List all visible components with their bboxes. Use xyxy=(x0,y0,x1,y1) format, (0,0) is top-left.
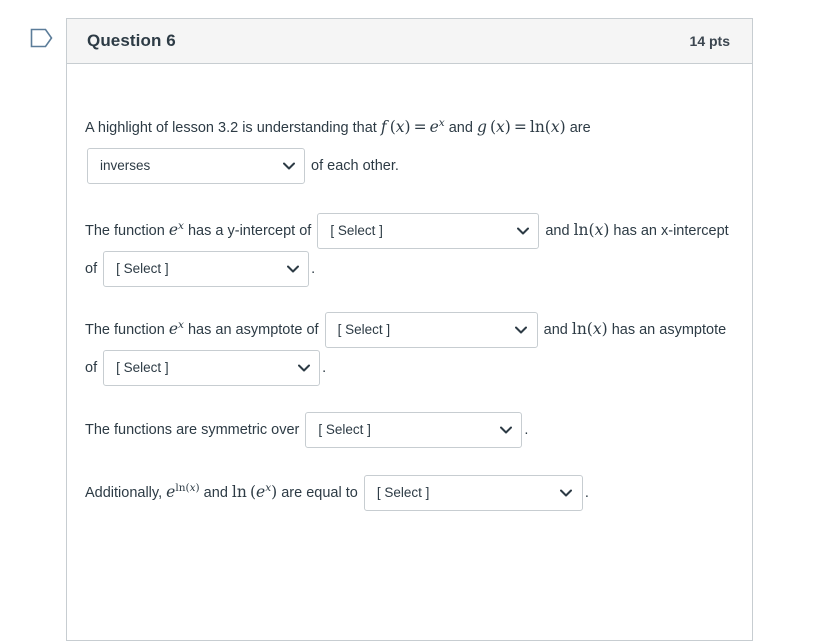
asymptote-block: The function ex has an asymptote of [ Se… xyxy=(85,310,732,387)
math-e-to-ln-x: eln(x) xyxy=(166,481,200,501)
text-has-asymptote-1: has an asymptote of xyxy=(183,322,323,338)
select-asymptote-exp[interactable]: [ Select ] xyxy=(324,312,538,349)
text-and-5: and xyxy=(199,485,232,501)
select-x-intercept-value: [ Select ] xyxy=(116,261,169,277)
question-points-badge: 14 pts xyxy=(689,33,730,49)
chevron-down-icon xyxy=(499,413,512,447)
chevron-down-icon xyxy=(297,351,310,385)
select-asymptote-exp-value: [ Select ] xyxy=(337,322,391,338)
math-e-to-x-2: ex xyxy=(168,318,184,338)
chevron-down-icon xyxy=(516,214,529,248)
text-are: are xyxy=(565,120,595,136)
question-header: Question 6 14 pts xyxy=(67,19,752,64)
question-flag-button[interactable] xyxy=(30,27,58,55)
symmetry-block: The functions are symmetric over [ Selec… xyxy=(85,411,732,449)
select-y-intercept[interactable]: [ Select ] xyxy=(317,213,540,250)
text-of-each-other: of each other. xyxy=(307,158,399,174)
select-additionally[interactable]: [ Select ] xyxy=(363,475,583,512)
additionally-block: Additionally, eln(x) and ln (ex) are equ… xyxy=(85,473,732,512)
select-inverses[interactable]: inverses xyxy=(87,148,305,185)
text-additionally: Additionally, xyxy=(85,485,167,501)
math-ln-x-2: ln(x) xyxy=(571,320,608,338)
select-symmetry[interactable]: [ Select ] xyxy=(305,412,523,449)
text-period-3: . xyxy=(322,360,327,376)
question-card: Question 6 14 pts A highlight of lesson … xyxy=(66,18,753,641)
select-asymptote-ln[interactable]: [ Select ] xyxy=(103,350,321,387)
page-title: Question 6 xyxy=(87,31,176,50)
text-lesson-intro: A highlight of lesson 3.2 is understandi… xyxy=(85,120,381,136)
chevron-down-icon xyxy=(515,313,528,347)
text-symmetric-over: The functions are symmetric over xyxy=(85,422,304,438)
select-additionally-value: [ Select ] xyxy=(376,485,430,501)
chevron-down-icon xyxy=(282,149,295,183)
text-the-function-1: The function xyxy=(85,223,169,239)
text-and-3: and xyxy=(539,322,572,338)
text-the-function-2: The function xyxy=(85,322,169,338)
select-x-intercept[interactable]: [ Select ] xyxy=(103,251,310,288)
math-f-of-x-equals-e-to-x: f (x) = ex xyxy=(380,116,445,136)
text-period-2: . xyxy=(311,261,316,277)
chevron-down-icon xyxy=(286,252,299,286)
flag-bookmark-icon xyxy=(30,28,53,48)
question-body: A highlight of lesson 3.2 is understandi… xyxy=(67,64,752,548)
math-e-to-x-1: ex xyxy=(168,219,184,239)
intercept-block: The function ex has a y-intercept of [ S… xyxy=(85,211,732,288)
select-inverses-value: inverses xyxy=(100,158,151,174)
text-has-y-intercept: has a y-intercept of xyxy=(183,223,316,239)
math-g-of-x-equals-ln-x: g (x) = ln(x) xyxy=(476,118,566,136)
text-period-5: . xyxy=(584,485,589,501)
chevron-down-icon xyxy=(560,476,573,510)
text-and-2: and xyxy=(541,223,574,239)
text-are-equal-to: are equal to xyxy=(277,485,362,501)
select-y-intercept-value: [ Select ] xyxy=(330,223,383,239)
text-and-1: and xyxy=(444,120,477,136)
inverses-block: A highlight of lesson 3.2 is understandi… xyxy=(85,108,732,185)
select-symmetry-value: [ Select ] xyxy=(318,422,371,438)
select-asymptote-ln-value: [ Select ] xyxy=(116,360,169,376)
math-ln-e-to-x: ln (ex) xyxy=(231,481,278,501)
math-ln-x-1: ln(x) xyxy=(573,221,610,239)
text-period-4: . xyxy=(524,422,529,438)
